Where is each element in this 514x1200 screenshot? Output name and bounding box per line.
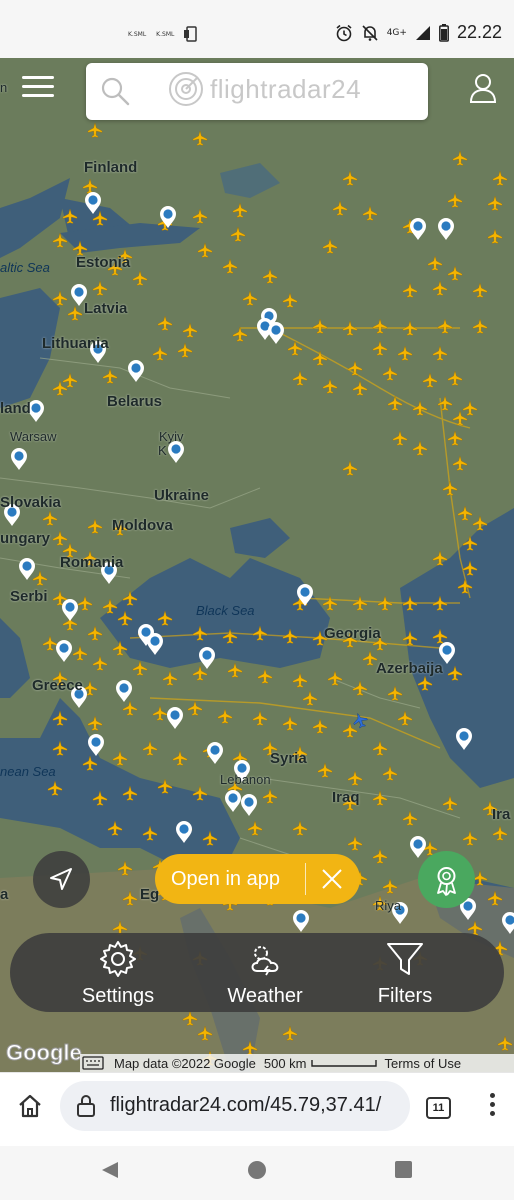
open-in-app-banner[interactable]: Open in app (155, 854, 360, 904)
filters-label: Filters (377, 985, 433, 1007)
filters-button[interactable]: Filters (350, 939, 460, 1009)
logo-text: flightradar24 (210, 73, 362, 104)
tab-switcher-button[interactable]: 11 (426, 1097, 451, 1119)
search-icon (101, 77, 130, 106)
url-text[interactable]: flightradar24.com/45.79,37.41/ (110, 1094, 406, 1117)
achievements-button[interactable] (418, 851, 475, 908)
close-icon (322, 869, 342, 889)
map-label-slovakia: Slovakia (0, 494, 61, 511)
map-label-mediterranean: nean Sea (0, 764, 56, 779)
map-label: n (0, 80, 8, 95)
map-label-azerbaijan: Azerbaija (376, 660, 443, 677)
map-label-hungary: ungary (0, 530, 51, 547)
flightradar24-logo: flightradar24 (168, 71, 361, 107)
mute-icon (362, 24, 378, 41)
award-badge-icon (437, 867, 456, 896)
flight-map[interactable]: n Finland Estonia altic Sea Latvia Lithu… (0, 58, 514, 1072)
notification-label: K.SML (156, 30, 175, 38)
notification-label: K.SML (128, 30, 147, 38)
signal-icon (415, 25, 430, 40)
back-icon[interactable] (100, 1160, 120, 1180)
close-banner-button[interactable] (306, 854, 358, 904)
map-label-latvia: Latvia (84, 300, 128, 317)
home-nav-icon[interactable] (248, 1161, 266, 1179)
map-label-estonia: Estonia (76, 254, 131, 271)
radar-logo-icon (169, 72, 203, 106)
alarm-icon (336, 24, 352, 41)
address-bar[interactable]: flightradar24.com/45.79,37.41/ (60, 1081, 410, 1131)
map-attribution: Map data ©2022 Google 500 km Terms of Us… (80, 1054, 514, 1072)
more-options-button[interactable] (482, 1093, 502, 1123)
keyboard-shortcuts-icon[interactable] (82, 1056, 104, 1070)
map-label-lithuania: Lithuania (42, 335, 109, 352)
system-nav-bar (0, 1146, 514, 1200)
map-label-baltic-sea: altic Sea (0, 260, 50, 275)
scale-text: 500 km (263, 1055, 307, 1071)
map-label-poland: land (0, 400, 31, 417)
user-icon[interactable] (468, 72, 498, 104)
navigation-arrow-icon (50, 868, 72, 890)
scale-bar (310, 1060, 377, 1067)
settings-gear-icon (100, 941, 136, 977)
terms-of-use-link[interactable]: Terms of Use (381, 1056, 466, 1071)
map-label-ukraine: Ukraine (154, 487, 210, 504)
settings-button[interactable]: Settings (63, 939, 173, 1009)
weather-cloud-icon (251, 946, 279, 976)
menu-button[interactable] (22, 76, 54, 102)
map-label-riyadh: Riya (375, 898, 402, 913)
map-label-black-sea: Black Sea (196, 603, 255, 618)
recents-icon[interactable] (395, 1161, 412, 1178)
phone-icon (184, 26, 198, 42)
map-label-romania: Romania (60, 554, 124, 571)
network-type: 4G+ (386, 27, 407, 38)
weather-label: Weather (227, 985, 303, 1007)
locate-button[interactable] (33, 851, 90, 908)
menu-icon (22, 76, 54, 79)
bottom-toolbar: Settings Weather Filters (10, 933, 504, 1012)
map-label-serbia: Serbi (10, 588, 48, 605)
map-data-text[interactable]: Map data ©2022 Google (110, 1056, 260, 1071)
map-label-syria: Syria (270, 750, 307, 767)
map-label-lebanon: Lebanon (220, 772, 271, 787)
weather-button[interactable]: Weather (210, 939, 320, 1009)
browser-toolbar: flightradar24.com/45.79,37.41/ 11 (0, 1072, 514, 1146)
notification-icons: K.SML K.SML (128, 26, 198, 42)
map-label-iran: Ira (492, 806, 511, 823)
open-in-app-button[interactable]: Open in app (155, 868, 305, 891)
home-icon[interactable] (16, 1092, 44, 1120)
filter-funnel-icon (387, 943, 423, 975)
lock-icon[interactable] (76, 1094, 96, 1118)
map-label-kyiv: Kyiv (159, 429, 184, 444)
map-label-moldova: Moldova (112, 517, 173, 534)
more-vert-icon (489, 1093, 495, 1098)
map-label-warsaw: Warsaw (10, 429, 57, 444)
map-label-finland: Finland (84, 159, 138, 176)
map-label-kyiv-2: K (158, 443, 167, 458)
map-label-belarus: Belarus (107, 393, 163, 410)
battery-icon (439, 23, 449, 42)
search-box[interactable]: flightradar24 (86, 63, 428, 120)
map-label-iraq: Iraq (332, 789, 360, 806)
status-bar: K.SML K.SML 4G+ 22.22 (0, 0, 514, 58)
google-logo: Google (6, 1040, 83, 1066)
map-label-a: a (0, 886, 9, 903)
clock: 22.22 (456, 22, 502, 42)
map-label-greece: Greece (32, 677, 83, 694)
map-label-georgia: Georgia (324, 625, 381, 642)
settings-label: Settings (81, 985, 155, 1007)
